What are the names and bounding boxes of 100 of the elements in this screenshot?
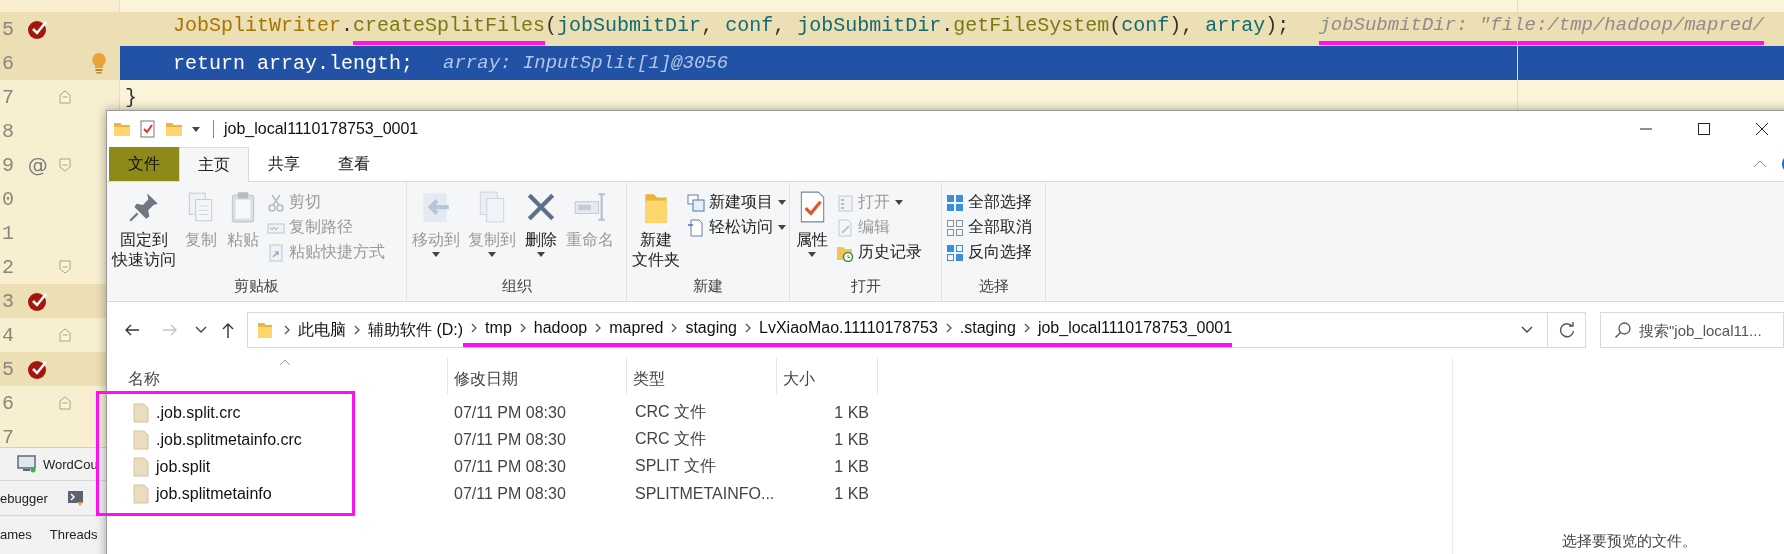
caret-icon[interactable] [1521, 326, 1533, 334]
chevron-icon[interactable] [671, 323, 678, 333]
ribbon-button[interactable]: 删除 [521, 186, 561, 257]
scissors-icon [267, 193, 285, 212]
document-icon [836, 193, 854, 212]
breadcrumb[interactable]: hadoop [533, 313, 588, 347]
collapse-ribbon-icon[interactable] [1753, 159, 1767, 169]
chevron-icon[interactable] [945, 323, 952, 333]
table-cell-text: CRC 文件 [634, 429, 708, 449]
file-name[interactable]: .job.split.crc [156, 403, 241, 422]
column-header[interactable]: 类型 [627, 358, 777, 394]
group-label: 打开 [849, 277, 882, 296]
line-number: 7 [1, 85, 15, 109]
shortcut-icon [267, 243, 285, 262]
debugger-tab[interactable]: ebugger [0, 490, 48, 506]
preview-message: 选择要预览的文件。 [1562, 532, 1697, 551]
breadcrumb[interactable]: 辅助软件 (D:) [368, 313, 464, 347]
line-number: 6 [1, 51, 15, 75]
group-label: 剪贴板 [233, 277, 280, 296]
address-bar[interactable]: 此电脑 辅助软件 (D:) tmp hadoop mapred staging LvXiaoMao.11110178753 .staging job_local1110178753_0001 [247, 312, 1548, 348]
table-cell-text: SPLITMETAINFO... [634, 484, 776, 503]
line-number: 2 [1, 255, 15, 279]
column-header[interactable]: 大小 [777, 358, 878, 394]
ribbon-button[interactable]: 历史记录 [834, 240, 924, 265]
file-name[interactable]: job.split [156, 457, 211, 476]
window-title: job_local1110178753_0001 [224, 120, 420, 138]
console-icon[interactable] [66, 489, 85, 507]
chevron-icon[interactable] [471, 323, 478, 333]
ribbon-button[interactable]: 新建项目 [685, 190, 788, 215]
code-line: return array.length; [172, 51, 414, 75]
grid-icon [946, 243, 964, 262]
table-cell-text: 07/11 PM 08:30 [453, 457, 567, 476]
ribbon-button[interactable]: 属性 [792, 186, 832, 257]
line-number: 1 [1, 221, 15, 245]
breadcrumb[interactable]: 此电脑 [298, 313, 346, 347]
override-symbol[interactable]: @ [27, 153, 48, 177]
breadcrumb[interactable]: job_local1110178753_0001 [1037, 313, 1233, 347]
file-name[interactable]: job.splitmetainfo [156, 484, 272, 503]
file-icon [133, 402, 149, 423]
chevron-icon[interactable] [354, 325, 360, 335]
panel-tab[interactable]: Threads [49, 526, 98, 542]
chevron-icon[interactable] [519, 323, 526, 333]
chevron-icon[interactable] [595, 323, 602, 333]
caret-icon[interactable] [191, 124, 201, 134]
breadcrumb[interactable]: mapred [609, 313, 664, 347]
group-label: 新建 [692, 277, 724, 296]
breadcrumb[interactable]: LvXiaoMao.11110178753 [759, 313, 938, 347]
breadcrumb[interactable]: .staging [959, 313, 1016, 347]
ribbon-tab[interactable]: 主页 [179, 147, 249, 182]
ribbon-tab[interactable]: 查看 [319, 147, 389, 181]
breadcrumb[interactable]: staging [685, 313, 737, 347]
table-cell-text: 07/11 PM 08:30 [453, 403, 567, 422]
table-cell-text: 1 KB [833, 484, 869, 503]
run-session-tab[interactable]: WordCou [43, 456, 98, 472]
breakpoint-icon[interactable] [26, 358, 49, 380]
search-field[interactable]: 搜索"job_local11... [1600, 312, 1784, 348]
group-label: 选择 [977, 277, 1010, 296]
close-icon [1755, 122, 1769, 136]
breadcrumb[interactable]: tmp [485, 313, 512, 347]
column-header[interactable]: 名称 [122, 358, 448, 394]
line-number: 8 [1, 119, 15, 143]
ribbon-button[interactable]: 固定到 快速访问 [109, 186, 179, 270]
ribbon-button[interactable]: 反向选择 [944, 240, 1034, 265]
folder-icon [113, 120, 131, 138]
line-number: 3 [1, 289, 15, 313]
grid-icon [946, 193, 964, 212]
ribbon-tab[interactable]: 文件 [109, 147, 179, 181]
ribbon-button[interactable]: 全部取消 [944, 215, 1034, 240]
panel-tab[interactable]: ames [0, 526, 32, 542]
chevron-icon[interactable] [745, 323, 751, 333]
refresh-button[interactable] [1548, 312, 1586, 348]
maximize-icon [1697, 122, 1711, 136]
line-number: 4 [1, 323, 15, 347]
file-icon [133, 483, 149, 504]
refresh-icon [1557, 321, 1576, 339]
line-number: 9 [1, 153, 15, 177]
line-number: 5 [1, 357, 15, 381]
ribbon-button[interactable]: 轻松访问 [685, 215, 788, 240]
ribbon-button[interactable]: 新建 文件夹 [629, 186, 683, 270]
line-number: 7 [1, 425, 15, 447]
file-name[interactable]: .job.splitmetainfo.crc [156, 430, 302, 449]
breakpoint-icon[interactable] [26, 18, 49, 40]
line-number: 6 [1, 391, 15, 415]
grid-icon [946, 218, 964, 237]
ribbon-tab[interactable]: 共享 [249, 147, 319, 181]
ribbon-button[interactable]: 全部选择 [944, 190, 1034, 215]
table-cell-text: 07/11 PM 08:30 [453, 484, 567, 503]
check-document-icon[interactable] [139, 120, 157, 138]
table-cell-text: 1 KB [833, 430, 869, 449]
breakpoint-icon[interactable] [26, 290, 49, 312]
monitor-icon [17, 455, 37, 473]
line-number: 0 [1, 187, 15, 211]
caret-icon[interactable] [195, 326, 207, 334]
column-header[interactable]: 修改日期 [448, 358, 627, 394]
document-icon [687, 218, 705, 237]
chevron-icon[interactable] [284, 325, 290, 335]
chevron-icon[interactable] [1023, 323, 1030, 333]
folder-icon [256, 321, 274, 339]
new-item-icon [687, 193, 705, 212]
edit-icon [836, 218, 854, 237]
